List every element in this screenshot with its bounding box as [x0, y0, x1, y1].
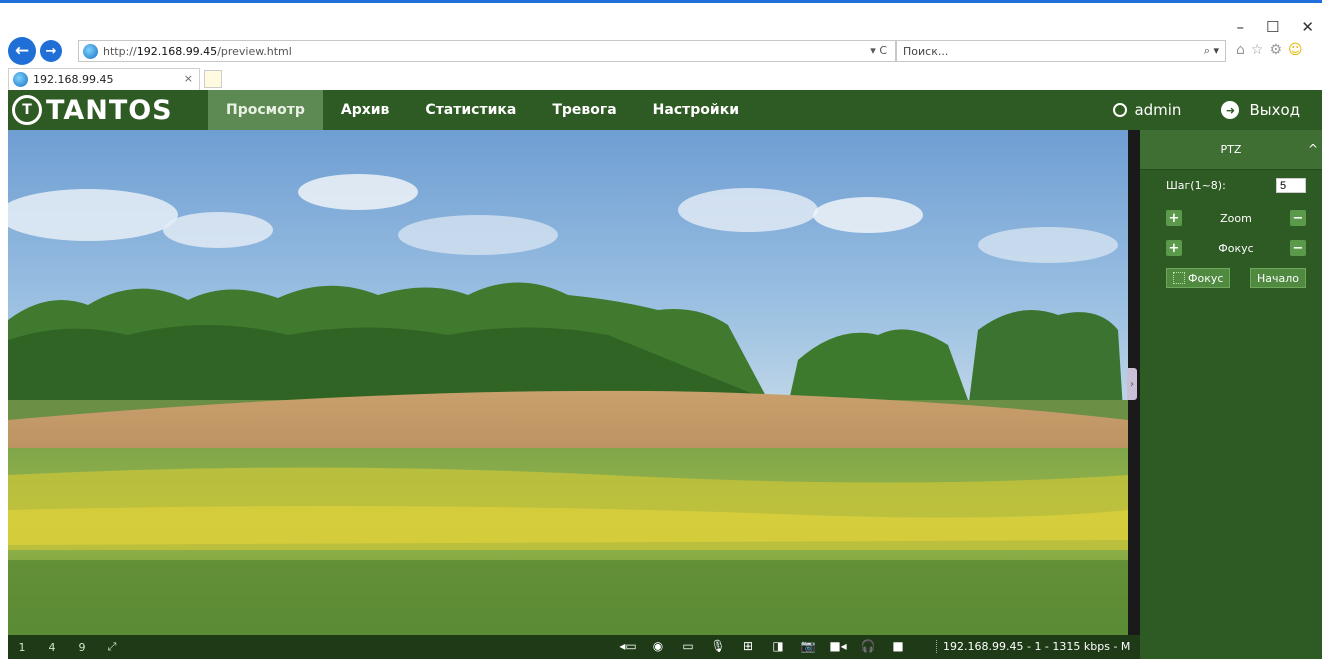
- search-placeholder: Поиск...: [903, 44, 949, 58]
- record-icon[interactable]: ■◂: [829, 638, 846, 654]
- logo-mark-icon: T: [12, 95, 42, 125]
- back-arrow-icon: ←: [14, 41, 30, 61]
- auto-focus-button[interactable]: Фокус: [1166, 268, 1231, 288]
- url-prefix: http://: [103, 44, 137, 58]
- tantos-logo: T TANTOS: [12, 90, 208, 130]
- image-settings-icon[interactable]: ▭: [680, 638, 696, 654]
- bottom-toolbar: 1 4 9 ⤢ ◂▭ ◉ ▭ 🎙 ⊞ ◨ 📷 ■◂ 🎧 ■ 192.168.99…: [8, 635, 1140, 659]
- fullscreen-icon[interactable]: ⤢: [102, 638, 122, 656]
- main-menu: Просмотр Архив Статистика Тревога Настро…: [208, 90, 757, 130]
- forward-arrow-icon: →: [45, 43, 57, 59]
- ptz-panel: PTZ ^ Шаг(1~8): + Zoom − + Фокус − Фокус…: [1140, 130, 1322, 659]
- focus-plus-button[interactable]: +: [1166, 240, 1182, 256]
- tab-close-icon[interactable]: ×: [184, 72, 193, 85]
- menu-item-statistics[interactable]: Статистика: [407, 90, 534, 130]
- user-area: admin ➜ Выход: [1113, 90, 1300, 130]
- address-text: http://192.168.99.45/preview.html: [103, 45, 292, 58]
- stream-status: 192.168.99.45 - 1 - 1315 kbps - M: [936, 640, 1130, 653]
- zoom-out-button[interactable]: −: [1290, 210, 1306, 226]
- camera-image: [8, 130, 1128, 635]
- ptz-action-row: Фокус Начало: [1166, 268, 1306, 288]
- window-controls: – ☐ ✕: [1236, 18, 1314, 36]
- browser-tab[interactable]: 192.168.99.45 ×: [8, 68, 200, 90]
- logout-button[interactable]: Выход: [1249, 101, 1300, 119]
- address-bar[interactable]: http://192.168.99.45/preview.html ▾ C: [78, 40, 896, 62]
- video-tools: ◂▭ ◉ ▭ 🎙 ⊞ ◨ 📷 ■◂ 🎧 ■: [619, 638, 906, 654]
- stop-icon[interactable]: ■: [890, 638, 906, 654]
- back-button[interactable]: ←: [8, 37, 36, 65]
- favorites-star-icon[interactable]: ☆: [1251, 42, 1264, 58]
- layout-9-icon[interactable]: 9: [72, 638, 92, 656]
- nav-buttons: ← →: [8, 37, 66, 65]
- menu-item-alarm[interactable]: Тревога: [534, 90, 634, 130]
- app-header: T TANTOS Просмотр Архив Статистика Трево…: [8, 90, 1322, 130]
- menu-item-archive[interactable]: Архив: [323, 90, 408, 130]
- minimize-button[interactable]: –: [1236, 18, 1244, 36]
- feedback-smiley-icon[interactable]: ☺: [1288, 42, 1303, 58]
- user-icon: [1113, 103, 1128, 117]
- browser-chrome: – ☐ ✕ ← → http://192.168.99.45/preview.h…: [0, 12, 1322, 90]
- layout-selector: 1 4 9 ⤢: [12, 638, 122, 656]
- video-feed[interactable]: [8, 130, 1128, 635]
- ie-page-icon: [83, 43, 98, 59]
- settings-gear-icon[interactable]: ⚙: [1269, 42, 1282, 58]
- step-input[interactable]: [1276, 178, 1306, 193]
- menu-item-preview[interactable]: Просмотр: [208, 90, 323, 130]
- menu-item-settings[interactable]: Настройки: [635, 90, 757, 130]
- network-icon[interactable]: ⊞: [740, 638, 756, 654]
- ptz-header[interactable]: PTZ ^: [1140, 130, 1322, 170]
- ptz-focus-row: + Фокус −: [1166, 240, 1306, 256]
- ptz-title: PTZ: [1220, 143, 1242, 156]
- ptz-zoom-row: + Zoom −: [1166, 210, 1306, 226]
- url-host: 192.168.99.45: [136, 44, 218, 58]
- new-tab-button[interactable]: [204, 70, 222, 88]
- tab-favicon-icon: [13, 72, 28, 87]
- url-path: /preview.html: [217, 44, 292, 58]
- search-input[interactable]: Поиск... ⌕ ▾: [896, 40, 1226, 62]
- auto-focus-label: Фокус: [1188, 271, 1224, 285]
- step-label: Шаг(1~8):: [1166, 179, 1226, 192]
- home-icon[interactable]: ⌂: [1236, 42, 1245, 58]
- headphones-icon[interactable]: 🎧: [860, 638, 876, 654]
- browser-toolbar: ⌂ ☆ ⚙ ☺: [1236, 42, 1303, 58]
- logout-icon[interactable]: ➜: [1221, 101, 1240, 119]
- color-adjust-icon[interactable]: ◉: [650, 638, 666, 654]
- layout-1-icon[interactable]: 1: [12, 638, 32, 656]
- snapshot-icon[interactable]: 📷: [800, 638, 816, 654]
- zoom-region-icon[interactable]: ◨: [770, 638, 786, 654]
- maximize-button[interactable]: ☐: [1266, 18, 1279, 36]
- zoom-in-button[interactable]: +: [1166, 210, 1182, 226]
- focus-grid-icon: [1173, 272, 1185, 284]
- window-top-border: [0, 0, 1322, 12]
- focus-label: Фокус: [1218, 241, 1254, 255]
- stream-select-icon[interactable]: ◂▭: [619, 638, 636, 654]
- zoom-label: Zoom: [1220, 211, 1252, 225]
- close-window-button[interactable]: ✕: [1301, 18, 1314, 36]
- ptz-step-row: Шаг(1~8):: [1166, 178, 1306, 193]
- layout-4-icon[interactable]: 4: [42, 638, 62, 656]
- collapse-panel-handle[interactable]: ›: [1127, 368, 1137, 400]
- chevron-up-icon[interactable]: ^: [1308, 142, 1318, 156]
- microphone-icon[interactable]: 🎙: [710, 638, 726, 654]
- focus-minus-button[interactable]: −: [1290, 240, 1306, 256]
- search-icon[interactable]: ⌕ ▾: [1204, 44, 1219, 58]
- username: admin: [1134, 101, 1182, 119]
- tab-title: 192.168.99.45: [33, 73, 114, 86]
- refresh-icon[interactable]: ▾ C: [870, 44, 887, 57]
- home-position-button[interactable]: Начало: [1249, 268, 1306, 288]
- forward-button[interactable]: →: [40, 40, 62, 62]
- logo-text: TANTOS: [46, 94, 173, 126]
